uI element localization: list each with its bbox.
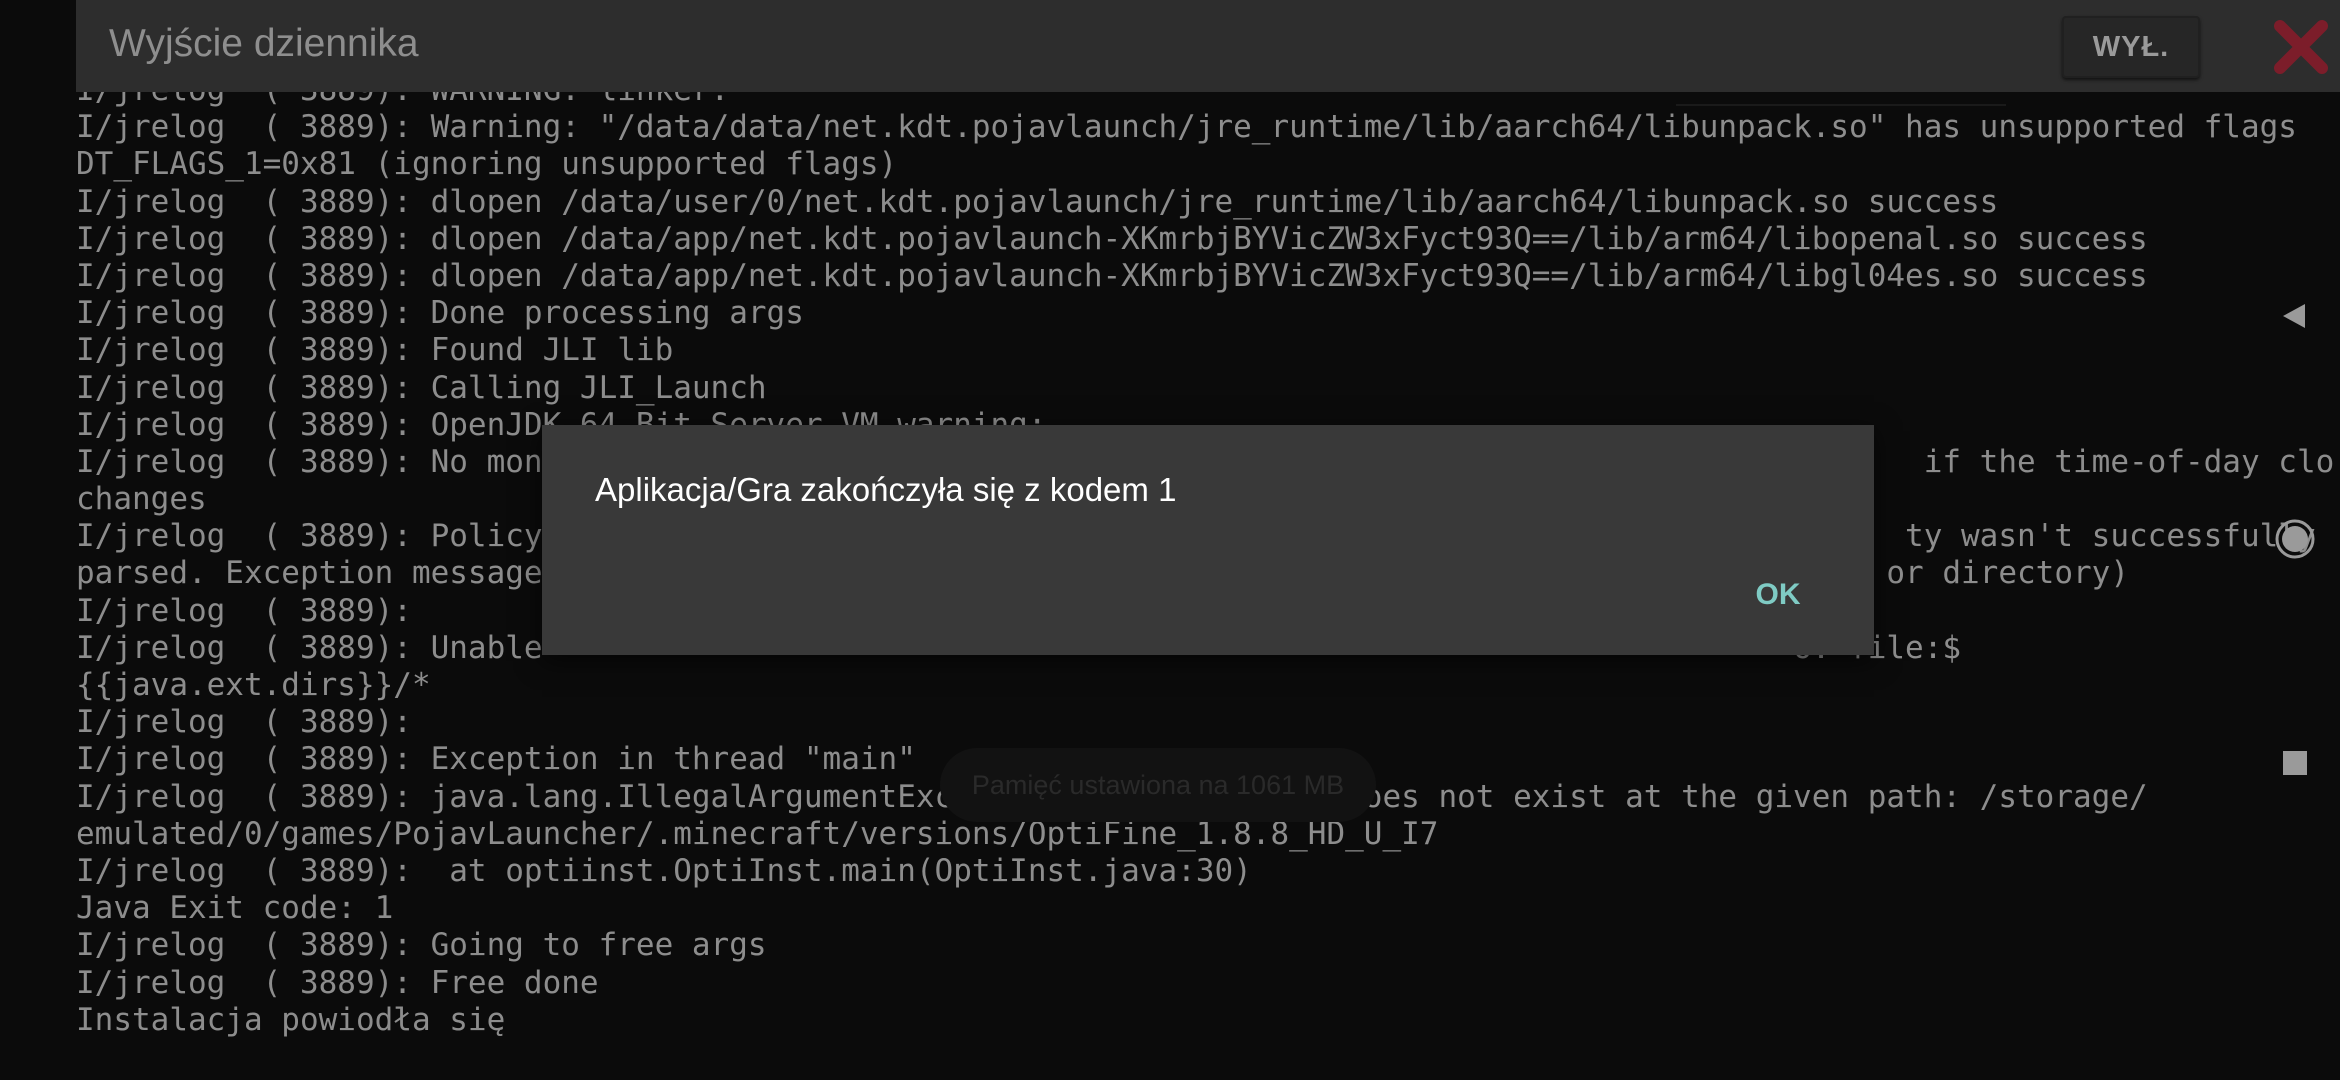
memory-toast: Pamięć ustawiona na 1061 MB: [940, 748, 1376, 822]
recents-square-icon: [2283, 751, 2307, 775]
nav-recents-button[interactable]: [2250, 718, 2340, 808]
log-line: I/jrelog ( 3889): dlopen /data/app/net.k…: [76, 220, 2148, 257]
log-line: I/jrelog ( 3889): Done processing args: [76, 295, 804, 332]
log-line: I/jrelog ( 3889):: [76, 704, 412, 741]
log-line: I/jrelog ( 3889): Warning: "/data/data/n…: [76, 109, 2297, 146]
log-line: {{java.ext.dirs}}/*: [76, 667, 431, 703]
ok-button[interactable]: OK: [1718, 561, 1838, 629]
log-line: Java Exit code: 1: [76, 890, 394, 927]
dimmed-input-underline: [1676, 92, 2006, 106]
log-line: I/jrelog ( 3889): dlopen /data/app/net.k…: [76, 257, 2148, 294]
page-title: Wyjście dziennika: [109, 22, 419, 65]
log-line: I/jrelog ( 3889): dlopen /data/user/0/ne…: [76, 183, 1999, 220]
nav-back-button[interactable]: [2250, 271, 2340, 361]
log-line: Instalacja powiodła się: [76, 1001, 506, 1038]
back-triangle-icon: [2283, 304, 2305, 328]
log-header: Wyjście dziennika WYŁ.: [76, 0, 2340, 92]
system-nav-bar: [2250, 0, 2340, 1080]
log-line: I/jrelog ( 3889): Going to free args: [76, 927, 767, 964]
log-line: I/jrelog ( 3889): at optiinst.OptiInst.m…: [76, 852, 1252, 889]
log-line: I/jrelog ( 3889): Calling JLI_Launch: [76, 369, 767, 406]
home-circle-icon: [2275, 519, 2315, 559]
log-line: I/jrelog ( 3889): Found JLI lib: [76, 332, 674, 369]
log-line: I/jrelog ( 3889): Free done: [76, 964, 599, 1001]
log-toggle-button[interactable]: WYŁ.: [2062, 16, 2200, 78]
app-screen: I/jrelog ( 3889): WARNING: linker:I/jrel…: [0, 0, 2340, 1080]
nav-home-button[interactable]: [2250, 494, 2340, 584]
log-line: DT_FLAGS_1=0x81 (ignoring unsupported fl…: [76, 146, 898, 183]
exit-code-dialog: Aplikacja/Gra zakończyła się z kodem 1 O…: [542, 425, 1874, 655]
dialog-message: Aplikacja/Gra zakończyła się z kodem 1: [595, 471, 1177, 508]
